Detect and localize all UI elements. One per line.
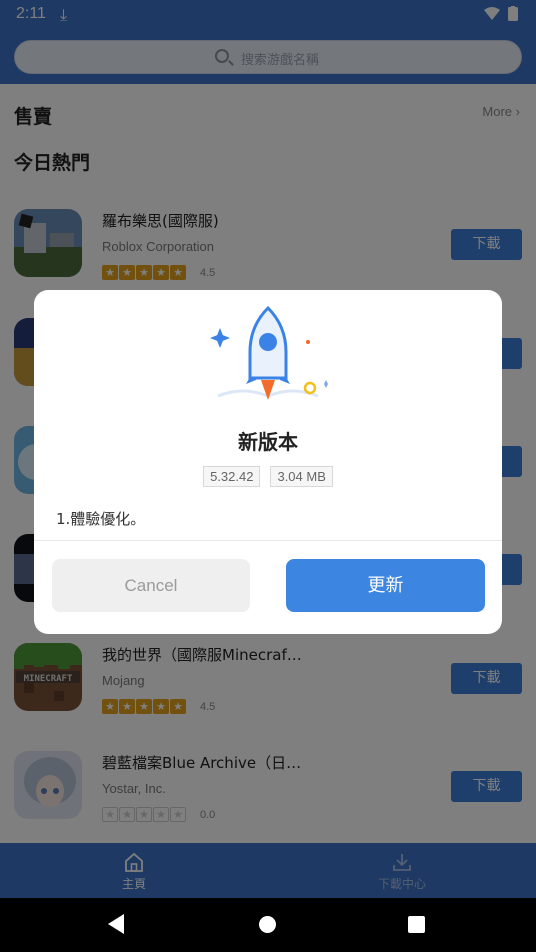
back-icon[interactable]: [108, 914, 124, 934]
cancel-button[interactable]: Cancel: [52, 559, 250, 612]
version-tag: 5.32.42: [203, 466, 261, 487]
home-circle-icon[interactable]: [259, 916, 276, 933]
update-dialog: 新版本 5.32.42 3.04 MB 1.體驗優化。 Cancel 更新: [34, 290, 502, 634]
system-nav-bar: [0, 898, 536, 952]
release-notes: 1.體驗優化。: [56, 510, 146, 528]
update-button[interactable]: 更新: [286, 559, 485, 612]
size-tag: 3.04 MB: [270, 466, 333, 487]
rocket-icon: [210, 305, 328, 400]
recent-apps-icon[interactable]: [408, 916, 425, 933]
dialog-title: 新版本: [238, 430, 298, 454]
version-info: 5.32.42 3.04 MB: [34, 466, 502, 487]
divider: [34, 540, 502, 541]
